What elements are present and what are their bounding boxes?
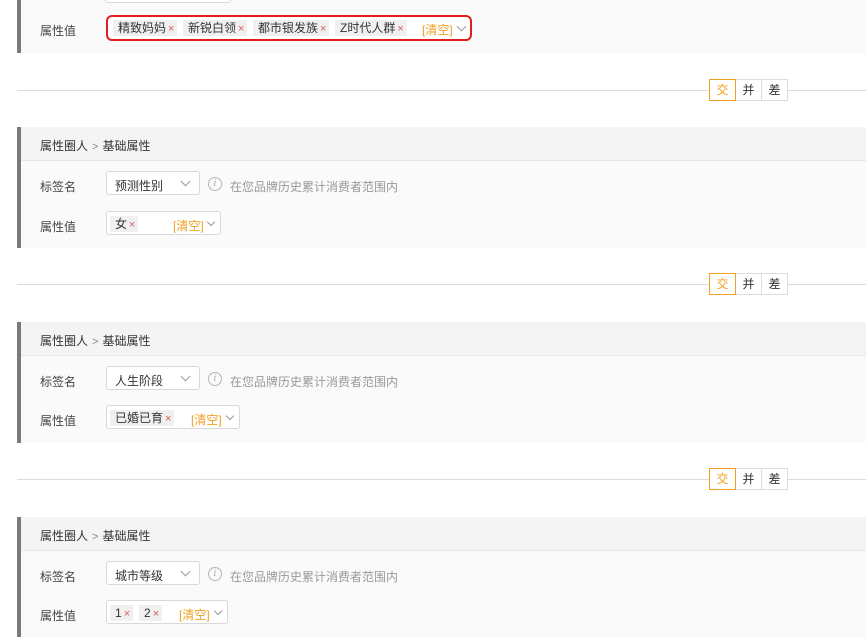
remove-tag-icon[interactable]: × [168,23,174,35]
remove-tag-icon[interactable]: × [238,23,244,35]
remove-tag-icon[interactable]: × [397,23,403,35]
breadcrumb: 属性圈人 > 基础属性 [40,139,151,153]
chevron-down-icon[interactable] [225,411,235,421]
intersect-button[interactable]: 交 [709,468,736,490]
remove-tag-icon[interactable]: × [165,413,171,425]
panel-header: 属性圈人 > 基础属性 [21,322,866,356]
selected-tag: 已婚已育 × [110,410,175,426]
union-button[interactable]: 并 [735,273,762,295]
attr-value-label: 属性值 [40,414,77,428]
tag-name-value: 城市等级 [115,569,164,583]
intersect-button[interactable]: 交 [709,79,736,101]
chevron-down-icon [180,566,191,577]
selected-tag: 新锐白领 × [183,20,248,36]
set-operator-group: 交 并 差 [709,273,788,295]
selected-tag: Z时代人群 × [335,20,407,36]
info-icon[interactable]: i [208,177,222,191]
difference-button[interactable]: 差 [761,468,788,490]
union-button[interactable]: 并 [735,468,762,490]
intersect-button[interactable]: 交 [709,273,736,295]
selected-tag: 精致妈妈 × [113,20,178,36]
clear-button[interactable]: [清空] [173,217,204,234]
tag-name-label: 标签名 [40,375,77,389]
attr-value-multiselect[interactable]: 1 × 2 × [清空] [106,600,228,624]
chevron-down-icon[interactable] [206,217,216,227]
clear-button[interactable]: [清空] [179,606,210,623]
set-operator-group: 交 并 差 [709,79,788,101]
difference-button[interactable]: 差 [761,273,788,295]
condition-panel-4: 属性圈人 > 基础属性 标签名 城市等级 i 在您品牌历史累计消费者范围内 属性值 … [17,517,866,637]
remove-tag-icon[interactable]: × [124,608,130,620]
remove-tag-icon[interactable]: × [153,608,159,620]
attr-value-multiselect[interactable]: 已婚已育 × [清空] [106,405,240,429]
breadcrumb: 属性圈人 > 基础属性 [40,529,151,543]
panel-header: 属性圈人 > 基础属性 [21,517,866,551]
remove-tag-icon[interactable]: × [129,219,135,231]
attr-value-label: 属性值 [40,24,77,38]
attr-value-multiselect[interactable]: 精致妈妈 × 新锐白领 × 都市银发族 × Z时代人群 × [清空] [106,15,472,41]
set-operator-group: 交 并 差 [709,468,788,490]
attr-value-label: 属性值 [40,609,77,623]
prev-select-bottom-edge [105,0,231,3]
tag-name-label: 标签名 [40,180,77,194]
breadcrumb: 属性圈人 > 基础属性 [40,334,151,348]
scope-hint: 在您品牌历史累计消费者范围内 [230,180,399,194]
selected-tag: 都市银发族 × [253,20,330,36]
condition-panel-3: 属性圈人 > 基础属性 标签名 人生阶段 i 在您品牌历史累计消费者范围内 属性值 … [17,322,866,443]
difference-button[interactable]: 差 [761,79,788,101]
tag-name-select[interactable]: 人生阶段 [106,366,200,390]
chevron-down-icon[interactable] [213,606,223,616]
attr-value-multiselect[interactable]: 女 × [清空] [106,211,221,235]
selected-tag: 女 × [110,216,139,232]
scope-hint: 在您品牌历史累计消费者范围内 [230,570,399,584]
chevron-down-icon[interactable] [456,21,467,32]
chevron-down-icon [180,176,191,187]
condition-panel-1: 属性值 精致妈妈 × 新锐白领 × 都市银发族 × Z时代人群 × [清空] [17,0,866,53]
remove-tag-icon[interactable]: × [320,23,326,35]
tag-name-value: 预测性别 [115,179,164,193]
union-button[interactable]: 并 [735,79,762,101]
tag-name-label: 标签名 [40,570,77,584]
clear-button[interactable]: [清空] [422,21,453,38]
attr-value-label: 属性值 [40,220,77,234]
scope-hint: 在您品牌历史累计消费者范围内 [230,375,399,389]
clear-button[interactable]: [清空] [191,411,222,428]
chevron-down-icon [180,371,191,382]
tag-name-value: 人生阶段 [115,374,164,388]
condition-panel-2: 属性圈人 > 基础属性 标签名 预测性别 i 在您品牌历史累计消费者范围内 属性值 … [17,127,866,248]
info-icon[interactable]: i [208,567,222,581]
tag-name-select[interactable]: 预测性别 [106,171,200,195]
panel-header: 属性圈人 > 基础属性 [21,127,866,161]
tag-name-select[interactable]: 城市等级 [106,561,200,585]
selected-tag: 2 × [139,605,163,621]
info-icon[interactable]: i [208,372,222,386]
selected-tag: 1 × [110,605,134,621]
